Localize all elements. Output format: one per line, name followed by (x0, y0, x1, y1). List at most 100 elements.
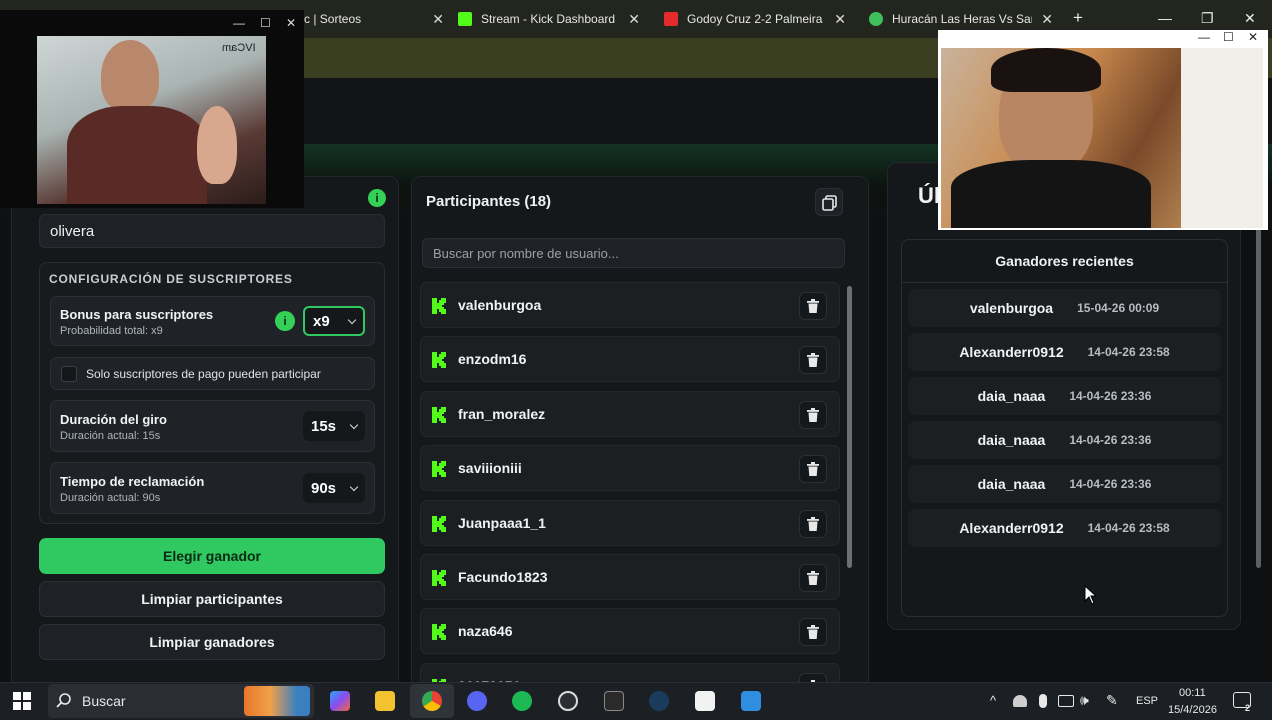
delete-participant-button[interactable] (799, 455, 827, 484)
winner-name: Alexanderr0912 (959, 344, 1064, 360)
clock-date[interactable]: 15/4/2026 (1168, 704, 1217, 716)
delete-participant-button[interactable] (799, 346, 827, 375)
kick-logo-icon (458, 12, 472, 26)
site-favicon-icon (869, 12, 883, 26)
wall-panel (1181, 48, 1263, 228)
trash-icon (807, 407, 819, 422)
new-tab-button[interactable]: + (1073, 8, 1083, 28)
restore-icon[interactable]: ❐ (1201, 10, 1214, 27)
paid-only-row[interactable]: Solo suscriptores de pago pueden partici… (50, 357, 375, 390)
winner-date: 15-04-26 00:09 (1077, 301, 1160, 315)
capcut-icon[interactable] (695, 691, 715, 711)
winner-row: Alexanderr0912 14-04-26 23:58 (908, 509, 1221, 547)
spin-duration-subtitle: Duración actual: 15s (60, 430, 161, 442)
participant-search-input[interactable]: Buscar por nombre de usuario... (422, 238, 845, 268)
restore-icon[interactable]: ☐ (1223, 30, 1234, 44)
cloud-icon[interactable] (1013, 695, 1027, 707)
bonus-info-icon[interactable]: i (275, 311, 295, 331)
spin-duration-select[interactable]: 15s (303, 411, 365, 441)
kick-logo-icon (432, 461, 446, 478)
tab-close-icon[interactable]: ✕ (1041, 11, 1053, 28)
winner-date: 14-04-26 23:58 (1087, 345, 1170, 359)
chevron-down-icon (349, 482, 359, 491)
winner-name-input[interactable]: olivera (39, 214, 385, 248)
copilot-icon[interactable] (330, 691, 350, 711)
minimize-icon[interactable]: — (1158, 10, 1172, 26)
participant-list-scrollbar[interactable] (847, 286, 852, 568)
divider (902, 282, 1227, 283)
info-icon[interactable]: i (368, 189, 386, 207)
window-close-icon[interactable]: ✕ (1248, 30, 1258, 44)
participant-name: fran_moralez (458, 405, 546, 422)
claim-time-subtitle: Duración actual: 90s (60, 492, 161, 504)
search-highlight-illustration (244, 686, 310, 716)
paid-only-checkbox[interactable] (61, 366, 77, 382)
mouse-cursor-icon (1084, 585, 1098, 605)
winner-row: Alexanderr0912 14-04-26 23:58 (908, 333, 1221, 371)
winner-row: valenburgoa 15-04-26 00:09 (908, 289, 1221, 327)
minimize-icon[interactable]: — (1198, 30, 1210, 44)
network-icon[interactable] (1058, 695, 1074, 707)
tab-close-icon[interactable]: ✕ (834, 11, 846, 28)
tab-close-icon[interactable]: ✕ (432, 11, 444, 28)
kick-logo-icon (432, 570, 446, 586)
spotify-icon[interactable] (512, 691, 532, 711)
tab-huracan[interactable]: Huracán Las Heras Vs San M ✕ (869, 6, 1053, 32)
chevron-up-icon[interactable]: ^ (990, 693, 996, 708)
spin-duration-title: Duración del giro (60, 412, 167, 427)
trash-icon (807, 571, 819, 585)
chrome-icon[interactable] (422, 691, 442, 711)
webcam-app-icon[interactable] (741, 691, 761, 711)
steam-icon[interactable] (649, 691, 669, 711)
participant-row: 26072056 (420, 662, 840, 682)
trash-icon (807, 516, 819, 531)
winner-date: 14-04-26 23:58 (1087, 521, 1170, 535)
participant-list: valenburgoa enzodm16 fran_moralez saviiioni… (420, 282, 842, 682)
bonus-select[interactable]: x9 (303, 306, 365, 336)
delete-participant-button[interactable] (799, 672, 827, 682)
kick-logo-icon (432, 298, 446, 314)
person-hand (197, 106, 237, 184)
delete-participant-button[interactable] (799, 618, 827, 647)
restore-icon[interactable]: ☐ (260, 16, 271, 30)
obs-icon[interactable] (558, 691, 578, 711)
window-close-icon[interactable]: ✕ (1244, 10, 1256, 27)
file-explorer-icon[interactable] (375, 691, 395, 711)
clear-winners-button[interactable]: Limpiar ganadores (39, 624, 385, 660)
delete-participant-button[interactable] (799, 564, 827, 592)
pick-winner-button[interactable]: Elegir ganador (39, 538, 385, 574)
volume-icon[interactable]: 🕪 (1080, 692, 1089, 709)
delete-participant-button[interactable] (799, 509, 827, 538)
participant-name: valenburgoa (458, 297, 542, 313)
tab-title: Stream - Kick Dashboard (481, 12, 616, 26)
clock-time[interactable]: 00:11 (1179, 687, 1206, 699)
tab-godoy-cruz[interactable]: Godoy Cruz 2-2 Palmeiras (2 ✕ (664, 6, 846, 32)
bonus-title: Bonus para suscriptores (60, 307, 214, 322)
tab-close-icon[interactable]: ✕ (628, 11, 640, 28)
site-favicon-icon (664, 12, 678, 26)
windows-start-icon[interactable] (13, 692, 31, 710)
participant-name: Facundo1823 (458, 569, 548, 585)
discord-icon[interactable] (467, 691, 487, 711)
participant-row: Facundo1823 (420, 554, 840, 600)
window-close-icon[interactable]: ✕ (286, 16, 296, 30)
participant-name: naza646 (458, 623, 513, 640)
tab-sorteos[interactable]: c | Sorteos ✕ (304, 6, 444, 32)
language-indicator[interactable]: ESP (1136, 695, 1158, 707)
minimize-icon[interactable]: — (233, 16, 245, 30)
trash-icon (807, 462, 819, 477)
tab-title: Godoy Cruz 2-2 Palmeiras (2 (687, 12, 823, 26)
winner-row: daia_naaa 14-04-26 23:36 (908, 377, 1221, 415)
winner-row: daia_naaa 14-04-26 23:36 (908, 421, 1221, 459)
pen-icon[interactable]: ✎ (1106, 692, 1118, 709)
participant-name: enzodm16 (458, 351, 527, 368)
claim-time-title: Tiempo de reclamación (60, 474, 205, 489)
microphone-icon[interactable] (1039, 694, 1047, 708)
epic-games-icon[interactable] (604, 691, 624, 711)
clear-participants-button[interactable]: Limpiar participantes (39, 581, 385, 617)
claim-time-select[interactable]: 90s (303, 473, 365, 503)
delete-participant-button[interactable] (799, 292, 827, 320)
tab-kick-dashboard[interactable]: Stream - Kick Dashboard ✕ (458, 6, 640, 32)
delete-participant-button[interactable] (799, 400, 827, 429)
copy-button[interactable] (815, 188, 843, 216)
